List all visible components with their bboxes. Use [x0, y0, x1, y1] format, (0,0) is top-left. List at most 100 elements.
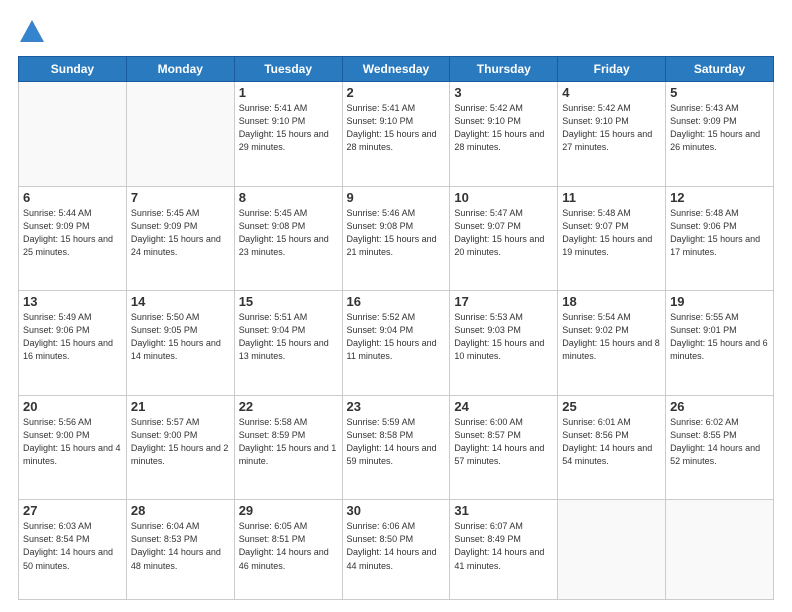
day-number: 3 [454, 85, 553, 100]
calendar-cell: 7 Sunrise: 5:45 AM Sunset: 9:09 PM Daylig… [126, 186, 234, 291]
day-number: 6 [23, 190, 122, 205]
calendar-table: SundayMondayTuesdayWednesdayThursdayFrid… [18, 56, 774, 600]
calendar-cell: 16 Sunrise: 5:52 AM Sunset: 9:04 PM Dayli… [342, 291, 450, 396]
day-info: Sunrise: 5:42 AM Sunset: 9:10 PM Dayligh… [454, 102, 553, 154]
day-info: Sunrise: 5:53 AM Sunset: 9:03 PM Dayligh… [454, 311, 553, 363]
day-info: Sunrise: 5:55 AM Sunset: 9:01 PM Dayligh… [670, 311, 769, 363]
day-info: Sunrise: 5:50 AM Sunset: 9:05 PM Dayligh… [131, 311, 230, 363]
calendar-cell: 30 Sunrise: 6:06 AM Sunset: 8:50 PM Dayli… [342, 500, 450, 600]
day-info: Sunrise: 5:48 AM Sunset: 9:06 PM Dayligh… [670, 207, 769, 259]
header [18, 18, 774, 46]
day-info: Sunrise: 5:48 AM Sunset: 9:07 PM Dayligh… [562, 207, 661, 259]
calendar-cell: 6 Sunrise: 5:44 AM Sunset: 9:09 PM Daylig… [19, 186, 127, 291]
calendar-week-row: 1 Sunrise: 5:41 AM Sunset: 9:10 PM Daylig… [19, 82, 774, 187]
calendar-cell: 1 Sunrise: 5:41 AM Sunset: 9:10 PM Daylig… [234, 82, 342, 187]
day-of-week-header: Friday [558, 57, 666, 82]
day-info: Sunrise: 5:56 AM Sunset: 9:00 PM Dayligh… [23, 416, 122, 468]
day-number: 27 [23, 503, 122, 518]
day-number: 7 [131, 190, 230, 205]
day-number: 30 [347, 503, 446, 518]
day-number: 12 [670, 190, 769, 205]
calendar-cell: 4Sunrise: 5:42 AM Sunset: 9:10 PM Daylig… [558, 82, 666, 187]
calendar-cell: 14 Sunrise: 5:50 AM Sunset: 9:05 PM Dayli… [126, 291, 234, 396]
day-number: 15 [239, 294, 338, 309]
day-number: 22 [239, 399, 338, 414]
day-number: 2 [347, 85, 446, 100]
day-info: Sunrise: 5:41 AM Sunset: 9:10 PM Dayligh… [239, 102, 338, 154]
day-info: Sunrise: 5:58 AM Sunset: 8:59 PM Dayligh… [239, 416, 338, 468]
day-number: 31 [454, 503, 553, 518]
day-info: Sunrise: 5:44 AM Sunset: 9:09 PM Dayligh… [23, 207, 122, 259]
calendar-cell: 22 Sunrise: 5:58 AM Sunset: 8:59 PM Dayli… [234, 395, 342, 500]
calendar-cell: 20 Sunrise: 5:56 AM Sunset: 9:00 PM Dayli… [19, 395, 127, 500]
calendar-cell: 28Sunrise: 6:04 AM Sunset: 8:53 PM Dayli… [126, 500, 234, 600]
day-info: Sunrise: 5:59 AM Sunset: 8:58 PM Dayligh… [347, 416, 446, 468]
day-info: Sunrise: 5:52 AM Sunset: 9:04 PM Dayligh… [347, 311, 446, 363]
day-of-week-header: Sunday [19, 57, 127, 82]
day-number: 25 [562, 399, 661, 414]
day-number: 8 [239, 190, 338, 205]
calendar-cell: 29Sunrise: 6:05 AM Sunset: 8:51 PM Dayli… [234, 500, 342, 600]
day-info: Sunrise: 5:41 AM Sunset: 9:10 PM Dayligh… [347, 102, 446, 154]
calendar-header-row: SundayMondayTuesdayWednesdayThursdayFrid… [19, 57, 774, 82]
calendar-cell: 12 Sunrise: 5:48 AM Sunset: 9:06 PM Dayli… [666, 186, 774, 291]
day-number: 17 [454, 294, 553, 309]
day-of-week-header: Thursday [450, 57, 558, 82]
day-info: Sunrise: 6:01 AM Sunset: 8:56 PM Dayligh… [562, 416, 661, 468]
day-info: Sunrise: 5:51 AM Sunset: 9:04 PM Dayligh… [239, 311, 338, 363]
day-number: 10 [454, 190, 553, 205]
logo [18, 18, 50, 46]
calendar-cell: 25 Sunrise: 6:01 AM Sunset: 8:56 PM Dayli… [558, 395, 666, 500]
day-number: 21 [131, 399, 230, 414]
calendar-cell [126, 82, 234, 187]
calendar-cell: 10 Sunrise: 5:47 AM Sunset: 9:07 PM Dayli… [450, 186, 558, 291]
day-number: 19 [670, 294, 769, 309]
day-info: Sunrise: 5:45 AM Sunset: 9:09 PM Dayligh… [131, 207, 230, 259]
day-number: 14 [131, 294, 230, 309]
day-info: Sunrise: 5:43 AM Sunset: 9:09 PM Dayligh… [670, 102, 769, 154]
day-number: 13 [23, 294, 122, 309]
day-number: 1 [239, 85, 338, 100]
day-number: 16 [347, 294, 446, 309]
day-info: Sunrise: 6:00 AM Sunset: 8:57 PM Dayligh… [454, 416, 553, 468]
calendar-cell: 26 Sunrise: 6:02 AM Sunset: 8:55 PM Dayli… [666, 395, 774, 500]
day-info: Sunrise: 5:49 AM Sunset: 9:06 PM Dayligh… [23, 311, 122, 363]
day-of-week-header: Tuesday [234, 57, 342, 82]
day-number: 28 [131, 503, 230, 518]
calendar-week-row: 6 Sunrise: 5:44 AM Sunset: 9:09 PM Daylig… [19, 186, 774, 291]
day-info: Sunrise: 5:47 AM Sunset: 9:07 PM Dayligh… [454, 207, 553, 259]
day-number: 20 [23, 399, 122, 414]
day-of-week-header: Wednesday [342, 57, 450, 82]
day-number: 4 [562, 85, 661, 100]
day-number: 9 [347, 190, 446, 205]
calendar-cell [19, 82, 127, 187]
logo-icon [18, 18, 46, 46]
calendar-cell [558, 500, 666, 600]
day-number: 29 [239, 503, 338, 518]
day-info: Sunrise: 5:54 AM Sunset: 9:02 PM Dayligh… [562, 311, 661, 363]
calendar-cell: 31Sunrise: 6:07 AM Sunset: 8:49 PM Dayli… [450, 500, 558, 600]
day-info: Sunrise: 6:06 AM Sunset: 8:50 PM Dayligh… [347, 520, 446, 572]
day-info: Sunrise: 5:46 AM Sunset: 9:08 PM Dayligh… [347, 207, 446, 259]
day-number: 24 [454, 399, 553, 414]
calendar-cell: 8Sunrise: 5:45 AM Sunset: 9:08 PM Daylig… [234, 186, 342, 291]
day-of-week-header: Monday [126, 57, 234, 82]
calendar-cell: 19 Sunrise: 5:55 AM Sunset: 9:01 PM Dayli… [666, 291, 774, 396]
day-number: 11 [562, 190, 661, 205]
calendar-cell: 5Sunrise: 5:43 AM Sunset: 9:09 PM Daylig… [666, 82, 774, 187]
calendar-cell [666, 500, 774, 600]
calendar-week-row: 13 Sunrise: 5:49 AM Sunset: 9:06 PM Dayli… [19, 291, 774, 396]
page: SundayMondayTuesdayWednesdayThursdayFrid… [0, 0, 792, 612]
calendar-cell: 2 Sunrise: 5:41 AM Sunset: 9:10 PM Daylig… [342, 82, 450, 187]
day-number: 26 [670, 399, 769, 414]
calendar-cell: 9 Sunrise: 5:46 AM Sunset: 9:08 PM Daylig… [342, 186, 450, 291]
calendar-week-row: 27 Sunrise: 6:03 AM Sunset: 8:54 PM Dayli… [19, 500, 774, 600]
day-info: Sunrise: 6:03 AM Sunset: 8:54 PM Dayligh… [23, 520, 122, 572]
calendar-cell: 21Sunrise: 5:57 AM Sunset: 9:00 PM Dayli… [126, 395, 234, 500]
calendar-cell: 24 Sunrise: 6:00 AM Sunset: 8:57 PM Dayli… [450, 395, 558, 500]
day-info: Sunrise: 6:02 AM Sunset: 8:55 PM Dayligh… [670, 416, 769, 468]
day-number: 23 [347, 399, 446, 414]
calendar-cell: 18Sunrise: 5:54 AM Sunset: 9:02 PM Dayli… [558, 291, 666, 396]
calendar-cell: 17 Sunrise: 5:53 AM Sunset: 9:03 PM Dayli… [450, 291, 558, 396]
calendar-cell: 15 Sunrise: 5:51 AM Sunset: 9:04 PM Dayli… [234, 291, 342, 396]
